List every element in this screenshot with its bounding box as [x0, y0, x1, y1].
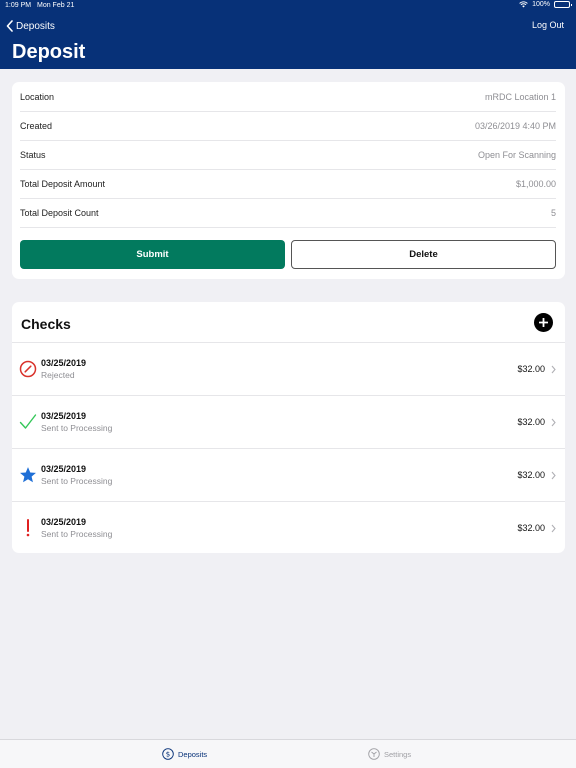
- detail-value: mRDC Location 1: [484, 92, 556, 102]
- exclamation-icon: [18, 518, 38, 538]
- check-date: 03/25/2019: [41, 517, 87, 527]
- tab-label: Deposits: [178, 749, 208, 759]
- detail-row-created: Created 03/26/2019 4:40 PM: [20, 112, 556, 141]
- dollar-icon: $: [162, 748, 174, 760]
- check-amount: $32.00: [517, 364, 545, 374]
- check-date: 03/25/2019: [41, 411, 87, 421]
- tab-settings[interactable]: Settings: [368, 748, 411, 760]
- chevron-left-icon: [6, 20, 13, 32]
- delete-button[interactable]: Delete: [291, 240, 556, 269]
- deposit-details-card: Location mRDC Location 1 Created 03/26/2…: [12, 82, 565, 279]
- checks-card: Checks 03/25/2019 Rejected $32.00 03/25/…: [12, 302, 565, 553]
- detail-label: Location: [20, 92, 55, 102]
- check-status: Sent to Processing: [41, 476, 113, 486]
- battery-icon: [554, 1, 572, 8]
- detail-value: $1,000.00: [515, 179, 556, 189]
- check-date: 03/25/2019: [41, 358, 87, 368]
- header: 1:09 PM Mon Feb 21 100% Deposits Log Out…: [0, 0, 576, 69]
- check-date: 03/25/2019: [41, 464, 87, 474]
- check-amount: $32.00: [517, 523, 545, 533]
- check-row[interactable]: 03/25/2019 Sent to Processing $32.00: [12, 501, 565, 554]
- chevron-right-icon: [551, 418, 556, 427]
- checks-title: Checks: [21, 316, 71, 332]
- detail-row-status: Status Open For Scanning: [20, 141, 556, 170]
- checkmark-icon: [18, 412, 38, 432]
- detail-value: 03/26/2019 4:40 PM: [474, 121, 556, 131]
- rejected-icon: [18, 359, 38, 379]
- tab-bar: $ Deposits Settings: [0, 739, 576, 768]
- log-out-button[interactable]: Log Out: [532, 20, 564, 30]
- check-row[interactable]: 03/25/2019 Sent to Processing $32.00: [12, 395, 565, 448]
- star-icon: [18, 465, 38, 485]
- check-amount: $32.00: [517, 470, 545, 480]
- svg-text:$: $: [166, 751, 170, 759]
- check-status: Sent to Processing: [41, 529, 113, 539]
- page-title: Deposit: [12, 41, 86, 63]
- check-row[interactable]: 03/25/2019 Sent to Processing $32.00: [12, 448, 565, 501]
- detail-row-location: Location mRDC Location 1: [20, 83, 556, 112]
- back-button[interactable]: Deposits: [6, 18, 55, 34]
- detail-row-total-amount: Total Deposit Amount $1,000.00: [20, 170, 556, 199]
- detail-label: Total Deposit Count: [20, 208, 99, 218]
- detail-label: Total Deposit Amount: [20, 179, 106, 189]
- add-check-button[interactable]: [534, 313, 553, 332]
- tab-label: Settings: [384, 749, 412, 759]
- detail-label: Created: [20, 121, 53, 131]
- chevron-right-icon: [551, 471, 556, 480]
- plus-icon: [539, 318, 548, 327]
- tab-deposits[interactable]: $ Deposits: [162, 748, 207, 760]
- status-date: Mon Feb 21: [37, 2, 75, 9]
- check-amount: $32.00: [517, 417, 545, 427]
- settings-icon: [368, 748, 380, 760]
- detail-label: Status: [20, 150, 46, 160]
- submit-button[interactable]: Submit: [20, 240, 285, 269]
- detail-value: 5: [550, 208, 556, 218]
- status-time: 1:09 PM: [5, 2, 32, 9]
- detail-value: Open For Scanning: [477, 150, 556, 160]
- check-status: Sent to Processing: [41, 423, 113, 433]
- check-status: Rejected: [41, 370, 75, 380]
- wifi-icon: [519, 1, 528, 8]
- status-bar: 1:09 PM Mon Feb 21 100%: [0, 0, 576, 12]
- status-right: 100%: [519, 1, 572, 8]
- detail-row-total-count: Total Deposit Count 5: [20, 199, 556, 228]
- chevron-right-icon: [551, 365, 556, 374]
- check-row[interactable]: 03/25/2019 Rejected $32.00: [12, 342, 565, 395]
- battery-percent: 100%: [532, 1, 550, 8]
- back-label: Deposits: [16, 20, 55, 32]
- chevron-right-icon: [551, 524, 556, 533]
